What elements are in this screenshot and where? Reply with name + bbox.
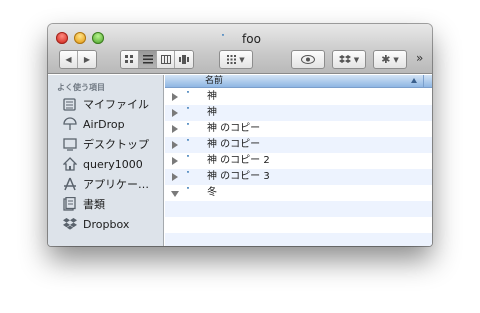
disclosure-triangle-expanded-icon[interactable] <box>171 191 179 197</box>
row-name: 神 <box>207 91 217 102</box>
list-row-empty <box>165 233 432 246</box>
action-button[interactable]: ✱ ▼ <box>373 50 407 69</box>
sidebar-item-home[interactable]: query1000 <box>62 155 162 173</box>
toolbar-overflow-icon[interactable]: » <box>416 51 423 65</box>
window-title: foo <box>222 31 261 47</box>
folder-icon <box>187 139 203 151</box>
chevron-down-icon: ▼ <box>393 55 399 64</box>
disclosure-triangle-icon[interactable] <box>172 141 178 149</box>
title-toolbar: foo ◀ ▶ ▼ ▼ ✱ ▼ » <box>48 24 432 74</box>
folder-icon <box>187 91 203 103</box>
row-name: 神 のコピー 2 <box>207 155 270 166</box>
sidebar-item-label: アプリケー… <box>83 178 149 191</box>
sidebar-item-label: Dropbox <box>83 217 130 231</box>
quick-look-button[interactable] <box>291 50 325 69</box>
coverflow-view-icon <box>179 55 189 64</box>
list-row[interactable]: 神 のコピー 3 <box>165 169 432 185</box>
list-row[interactable]: 神 のコピー <box>165 137 432 153</box>
folder-icon <box>187 171 203 183</box>
list-row-empty <box>165 217 432 233</box>
forward-button[interactable]: ▶ <box>78 51 96 68</box>
icon-view-icon <box>125 55 133 63</box>
row-name: 神 のコピー <box>207 139 261 150</box>
list-view-icon <box>142 55 153 64</box>
row-name: 神 のコピー <box>207 123 261 134</box>
row-name: 神 <box>207 107 217 118</box>
view-mode-control <box>120 50 194 69</box>
list-view-button[interactable] <box>139 51 157 68</box>
sidebar-item-label: デスクトップ <box>83 138 149 151</box>
back-button[interactable]: ◀ <box>60 51 78 68</box>
zoom-button[interactable] <box>92 32 104 44</box>
disclosure-triangle-icon[interactable] <box>172 109 178 117</box>
disclosure-triangle-icon[interactable] <box>172 157 178 165</box>
list-row[interactable]: 神 <box>165 105 432 121</box>
applications-icon <box>62 177 77 192</box>
disclosure-triangle-icon[interactable] <box>172 93 178 101</box>
finder-window: foo ◀ ▶ ▼ ▼ ✱ ▼ » よく使う項目 マイファイル AirDrop … <box>48 24 432 246</box>
sidebar-item-documents[interactable]: 書類 <box>62 195 162 213</box>
list-row[interactable]: 神 のコピー <box>165 121 432 137</box>
file-list: 名前 神 神 神 のコピー 神 のコピー 神 のコピー 2 神 のコピー 3 冬 <box>165 75 432 246</box>
sidebar-item-airdrop[interactable]: AirDrop <box>62 115 162 133</box>
documents-icon <box>62 197 77 212</box>
sidebar-header-favorites: よく使う項目 <box>57 83 105 92</box>
folder-icon <box>187 155 203 167</box>
folder-icon <box>187 187 203 199</box>
list-row[interactable]: 神 <box>165 89 432 105</box>
minimize-button[interactable] <box>74 32 86 44</box>
disclosure-triangle-icon[interactable] <box>172 125 178 133</box>
arrange-button[interactable]: ▼ <box>219 50 253 69</box>
sidebar-item-label: マイファイル <box>83 98 149 111</box>
column-header-label: 名前 <box>205 76 224 86</box>
arrange-grid-icon <box>227 55 237 64</box>
desktop-icon <box>62 137 77 152</box>
home-icon <box>62 157 77 172</box>
list-row[interactable]: 冬 <box>165 185 432 201</box>
disclosure-triangle-icon[interactable] <box>172 173 178 181</box>
dropbox-menu-button[interactable]: ▼ <box>332 50 366 69</box>
list-row[interactable]: 神 のコピー 2 <box>165 153 432 169</box>
sort-ascending-icon <box>411 78 417 83</box>
close-button[interactable] <box>56 32 68 44</box>
folder-icon <box>187 123 203 135</box>
sidebar-item-my-files[interactable]: マイファイル <box>62 95 162 113</box>
icon-view-button[interactable] <box>121 51 139 68</box>
back-forward-control: ◀ ▶ <box>59 50 97 69</box>
sidebar-item-label: query1000 <box>83 157 143 171</box>
folder-icon <box>222 33 237 45</box>
row-name: 冬 <box>207 187 217 198</box>
sidebar-item-applications[interactable]: アプリケー… <box>62 175 162 193</box>
column-view-icon <box>160 55 171 64</box>
eye-icon <box>301 55 315 64</box>
dropbox-icon <box>338 54 351 63</box>
back-arrow-icon: ◀ <box>65 55 72 64</box>
coverflow-view-button[interactable] <box>175 51 193 68</box>
list-row-empty <box>165 201 432 217</box>
column-view-button[interactable] <box>157 51 175 68</box>
folder-icon <box>187 107 203 119</box>
sidebar-item-label: 書類 <box>83 198 105 211</box>
window-title-text: foo <box>242 32 261 46</box>
dropbox-icon <box>62 217 77 232</box>
row-name: 神 のコピー 3 <box>207 171 270 182</box>
forward-arrow-icon: ▶ <box>83 55 91 64</box>
chevron-down-icon: ▼ <box>239 55 245 64</box>
all-my-files-icon <box>62 97 77 112</box>
sidebar-item-desktop[interactable]: デスクトップ <box>62 135 162 153</box>
sidebar-item-label: AirDrop <box>83 117 125 131</box>
gear-icon: ✱ <box>381 53 391 66</box>
sidebar-item-dropbox[interactable]: Dropbox <box>62 215 162 233</box>
airdrop-icon <box>62 117 77 132</box>
column-divider[interactable] <box>423 75 424 88</box>
chevron-down-icon: ▼ <box>353 55 360 64</box>
column-header-name[interactable]: 名前 <box>165 75 432 88</box>
sidebar: よく使う項目 マイファイル AirDrop デスクトップ query1000 ア… <box>48 75 164 246</box>
